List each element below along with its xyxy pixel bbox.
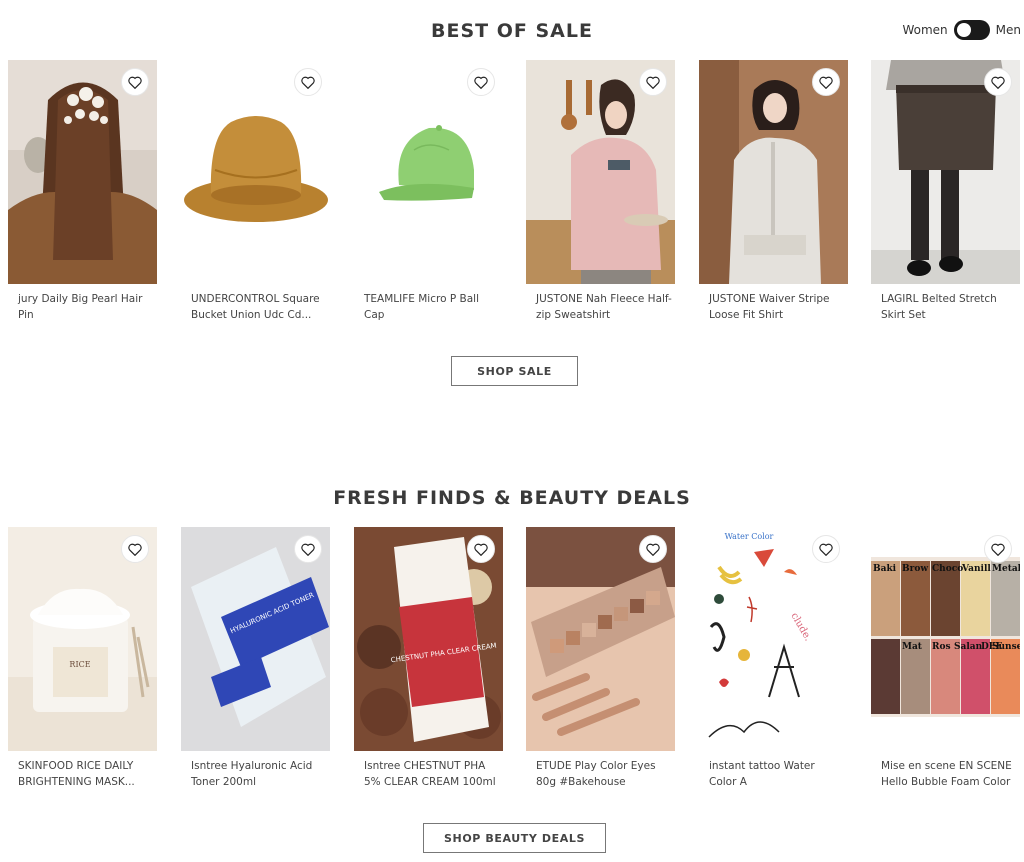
product-image-text: Mat (902, 642, 923, 652)
product-image-text: Baki (873, 564, 897, 574)
product-name[interactable]: TEAMLIFE Micro P Ball Cap (364, 292, 500, 323)
product-image-text: Vanill (961, 564, 991, 574)
wishlist-heart-icon[interactable] (639, 68, 667, 96)
wishlist-heart-icon[interactable] (121, 68, 149, 96)
toggle-knob (956, 23, 971, 37)
product-name[interactable]: Isntree CHESTNUT PHA 5% CLEAR CREAM 100m… (364, 759, 500, 790)
product-image-text: RICE (69, 660, 90, 669)
product-name[interactable]: JUSTONE Nah Fleece Half-zip Sweatshirt (536, 292, 672, 323)
toggle-label-women[interactable]: Women (902, 23, 947, 37)
product-image-text: Water Color (725, 532, 774, 541)
gender-toggle-switch[interactable] (953, 20, 990, 40)
section-title-beauty-deals: FRESH FINDS & BEAUTY DEALS (333, 487, 691, 509)
wishlist-heart-icon[interactable] (294, 535, 322, 563)
product-image-text: Metalli (992, 564, 1020, 574)
shop-beauty-deals-button[interactable]: SHOP BEAUTY DEALS (423, 823, 606, 853)
product-name[interactable]: instant tattoo Water Color A (709, 759, 845, 790)
product-name[interactable]: ETUDE Play Color Eyes 80g #Bakehouse (536, 759, 672, 790)
gender-toggle: Women Men (902, 20, 1021, 40)
wishlist-heart-icon[interactable] (639, 535, 667, 563)
wishlist-heart-icon[interactable] (294, 68, 322, 96)
product-name[interactable]: Mise en scene EN SCENE Hello Bubble Foam… (881, 759, 1017, 790)
product-image-text: Brow (902, 564, 928, 574)
wishlist-heart-icon[interactable] (467, 68, 495, 96)
product-image-text: Sunse (992, 642, 1020, 652)
product-name[interactable]: Isntree Hyaluronic Acid Toner 200ml (191, 759, 327, 790)
wishlist-heart-icon[interactable] (984, 68, 1012, 96)
toggle-label-men[interactable]: Men (996, 23, 1021, 37)
section-title-best-of-sale: BEST OF SALE (431, 20, 593, 42)
product-name[interactable]: jury Daily Big Pearl Hair Pin (18, 292, 154, 323)
wishlist-heart-icon[interactable] (812, 535, 840, 563)
wishlist-heart-icon[interactable] (984, 535, 1012, 563)
product-name[interactable]: UNDERCONTROL Square Bucket Union Udc Cd.… (191, 292, 327, 323)
wishlist-heart-icon[interactable] (121, 535, 149, 563)
product-image-text: Salan (954, 642, 983, 652)
product-name[interactable]: JUSTONE Waiver Stripe Loose Fit Shirt (709, 292, 845, 323)
product-name[interactable]: LAGIRL Belted Stretch Skirt Set (881, 292, 1017, 323)
product-image-text: Ros (932, 642, 951, 652)
product-name[interactable]: SKINFOOD RICE DAILY BRIGHTENING MASK... (18, 759, 154, 790)
shop-sale-button[interactable]: SHOP SALE (451, 356, 578, 386)
product-image-text: Choco (932, 564, 963, 574)
wishlist-heart-icon[interactable] (812, 68, 840, 96)
wishlist-heart-icon[interactable] (467, 535, 495, 563)
